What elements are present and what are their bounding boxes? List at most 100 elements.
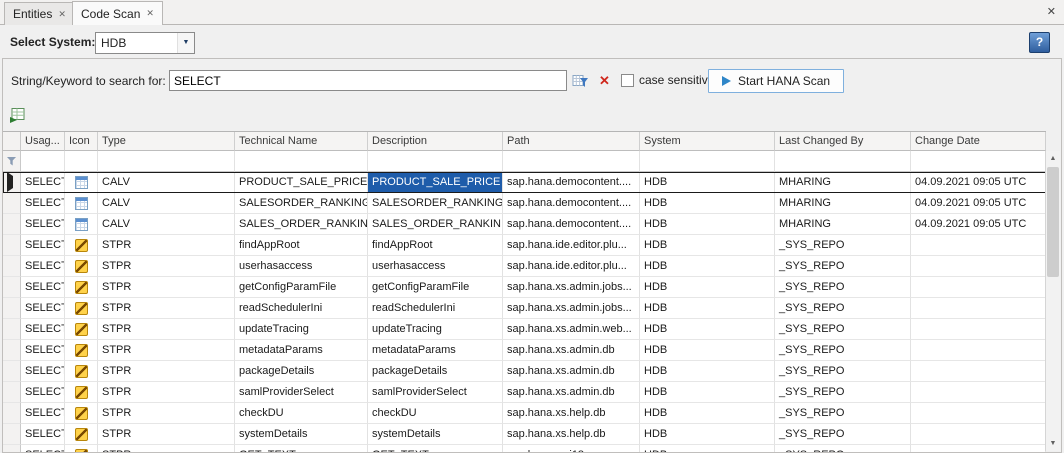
cell-technical-name[interactable]: PRODUCT_SALE_PRICE xyxy=(235,172,368,193)
filter-cell-last-changed-by[interactable] xyxy=(775,151,911,172)
cell-icon[interactable] xyxy=(65,361,98,382)
table-row[interactable]: SELECTSTPRpackageDetailspackageDetailssa… xyxy=(3,361,1046,382)
cell-change-date[interactable] xyxy=(911,445,1046,452)
cell-usage[interactable]: SELECT xyxy=(21,424,65,445)
filter-cell-description[interactable] xyxy=(368,151,503,172)
close-icon[interactable]: ✕ xyxy=(58,10,66,19)
cell-system[interactable]: HDB xyxy=(640,382,775,403)
cell-change-date[interactable] xyxy=(911,424,1046,445)
cell-usage[interactable]: SELECT xyxy=(21,319,65,340)
cell-path[interactable]: sap.hana.xs.i18n xyxy=(503,445,640,452)
cell-path[interactable]: sap.hana.democontent.... xyxy=(503,193,640,214)
cell-icon[interactable] xyxy=(65,424,98,445)
tab-entities[interactable]: Entities ✕ xyxy=(4,2,75,25)
cell-change-date[interactable] xyxy=(911,403,1046,424)
cell-icon[interactable] xyxy=(65,403,98,424)
scroll-down-icon[interactable]: ▼ xyxy=(1046,436,1060,451)
cell-icon[interactable] xyxy=(65,445,98,452)
cell-path[interactable]: sap.hana.democontent.... xyxy=(503,214,640,235)
cell-path[interactable]: sap.hana.ide.editor.plu... xyxy=(503,235,640,256)
cell-type[interactable]: STPR xyxy=(98,382,235,403)
col-header-description[interactable]: Description xyxy=(368,132,503,151)
cell-type[interactable]: STPR xyxy=(98,361,235,382)
cell-change-date[interactable]: 04.09.2021 09:05 UTC xyxy=(911,193,1046,214)
cell-last-changed-by[interactable]: MHARING xyxy=(775,172,911,193)
cell-change-date[interactable] xyxy=(911,277,1046,298)
cell-system[interactable]: HDB xyxy=(640,235,775,256)
cell-icon[interactable] xyxy=(65,235,98,256)
col-header-last-changed-by[interactable]: Last Changed By xyxy=(775,132,911,151)
filter-cell-technical-name[interactable] xyxy=(235,151,368,172)
cell-description[interactable]: updateTracing xyxy=(368,319,503,340)
cell-technical-name[interactable]: systemDetails xyxy=(235,424,368,445)
cell-usage[interactable]: SELECT xyxy=(21,361,65,382)
cell-description[interactable]: packageDetails xyxy=(368,361,503,382)
cell-system[interactable]: HDB xyxy=(640,193,775,214)
cell-description[interactable]: userhasaccess xyxy=(368,256,503,277)
cell-usage[interactable]: SELECT xyxy=(21,340,65,361)
cell-description[interactable]: systemDetails xyxy=(368,424,503,445)
cell-type[interactable]: STPR xyxy=(98,235,235,256)
cell-system[interactable]: HDB xyxy=(640,340,775,361)
table-row[interactable]: SELECTSTPRcheckDUcheckDUsap.hana.xs.help… xyxy=(3,403,1046,424)
cell-technical-name[interactable]: samlProviderSelect xyxy=(235,382,368,403)
cell-change-date[interactable] xyxy=(911,382,1046,403)
cell-last-changed-by[interactable]: _SYS_REPO xyxy=(775,256,911,277)
col-header-change-date[interactable]: Change Date xyxy=(911,132,1046,151)
cell-change-date[interactable] xyxy=(911,340,1046,361)
cell-technical-name[interactable]: checkDU xyxy=(235,403,368,424)
cell-usage[interactable]: SELECT xyxy=(21,382,65,403)
cell-system[interactable]: HDB xyxy=(640,214,775,235)
search-input[interactable] xyxy=(169,70,567,91)
help-button[interactable]: ? xyxy=(1029,32,1050,53)
cell-last-changed-by[interactable]: MHARING xyxy=(775,214,911,235)
cell-last-changed-by[interactable]: _SYS_REPO xyxy=(775,382,911,403)
tab-code-scan[interactable]: Code Scan ✕ xyxy=(72,1,163,25)
cell-type[interactable]: STPR xyxy=(98,340,235,361)
table-row[interactable]: SELECTSTPRsamlProviderSelectsamlProvider… xyxy=(3,382,1046,403)
table-row[interactable]: SELECTSTPRuserhasaccessuserhasaccesssap.… xyxy=(3,256,1046,277)
cell-system[interactable]: HDB xyxy=(640,424,775,445)
cell-system[interactable]: HDB xyxy=(640,319,775,340)
col-header-icon[interactable]: Icon xyxy=(65,132,98,151)
col-header-system[interactable]: System xyxy=(640,132,775,151)
system-select[interactable]: HDB ▼ xyxy=(95,32,195,54)
cell-icon[interactable] xyxy=(65,256,98,277)
cell-technical-name[interactable]: userhasaccess xyxy=(235,256,368,277)
cell-type[interactable]: STPR xyxy=(98,319,235,340)
filter-cell-icon[interactable] xyxy=(65,151,98,172)
cell-path[interactable]: sap.hana.democontent.... xyxy=(503,172,640,193)
cell-type[interactable]: CALV xyxy=(98,214,235,235)
start-hana-scan-button[interactable]: Start HANA Scan xyxy=(708,69,844,93)
chevron-down-icon[interactable]: ▼ xyxy=(177,33,194,53)
cell-description[interactable]: PRODUCT_SALE_PRICE xyxy=(368,172,503,193)
cell-icon[interactable] xyxy=(65,277,98,298)
col-header-technical-name[interactable]: Technical Name xyxy=(235,132,368,151)
table-row[interactable]: SELECTSTPRGET_TEXTGET_TEXTsap.hana.xs.i1… xyxy=(3,445,1046,452)
cell-path[interactable]: sap.hana.ide.editor.plu... xyxy=(503,256,640,277)
cell-type[interactable]: STPR xyxy=(98,403,235,424)
cell-path[interactable]: sap.hana.xs.admin.db xyxy=(503,361,640,382)
cell-usage[interactable]: SELECT xyxy=(21,214,65,235)
export-button[interactable] xyxy=(9,106,27,127)
table-row[interactable]: SELECTCALVPRODUCT_SALE_PRICEPRODUCT_SALE… xyxy=(3,172,1046,193)
cell-change-date[interactable] xyxy=(911,235,1046,256)
cell-usage[interactable]: SELECT xyxy=(21,193,65,214)
table-row[interactable]: SELECTSTPRreadSchedulerInireadSchedulerI… xyxy=(3,298,1046,319)
cell-path[interactable]: sap.hana.xs.help.db xyxy=(503,424,640,445)
cell-last-changed-by[interactable]: MHARING xyxy=(775,193,911,214)
cell-type[interactable]: STPR xyxy=(98,445,235,452)
cell-technical-name[interactable]: metadataParams xyxy=(235,340,368,361)
cell-system[interactable]: HDB xyxy=(640,172,775,193)
close-icon[interactable]: ✕ xyxy=(146,9,154,18)
cell-last-changed-by[interactable]: _SYS_REPO xyxy=(775,319,911,340)
cell-change-date[interactable] xyxy=(911,361,1046,382)
cell-type[interactable]: STPR xyxy=(98,256,235,277)
filter-cell-path[interactable] xyxy=(503,151,640,172)
cell-technical-name[interactable]: readSchedulerIni xyxy=(235,298,368,319)
filter-cell-type[interactable] xyxy=(98,151,235,172)
cell-usage[interactable]: SELECT xyxy=(21,403,65,424)
filter-results-button[interactable] xyxy=(571,71,590,90)
cell-last-changed-by[interactable]: _SYS_REPO xyxy=(775,277,911,298)
cell-technical-name[interactable]: GET_TEXT xyxy=(235,445,368,452)
